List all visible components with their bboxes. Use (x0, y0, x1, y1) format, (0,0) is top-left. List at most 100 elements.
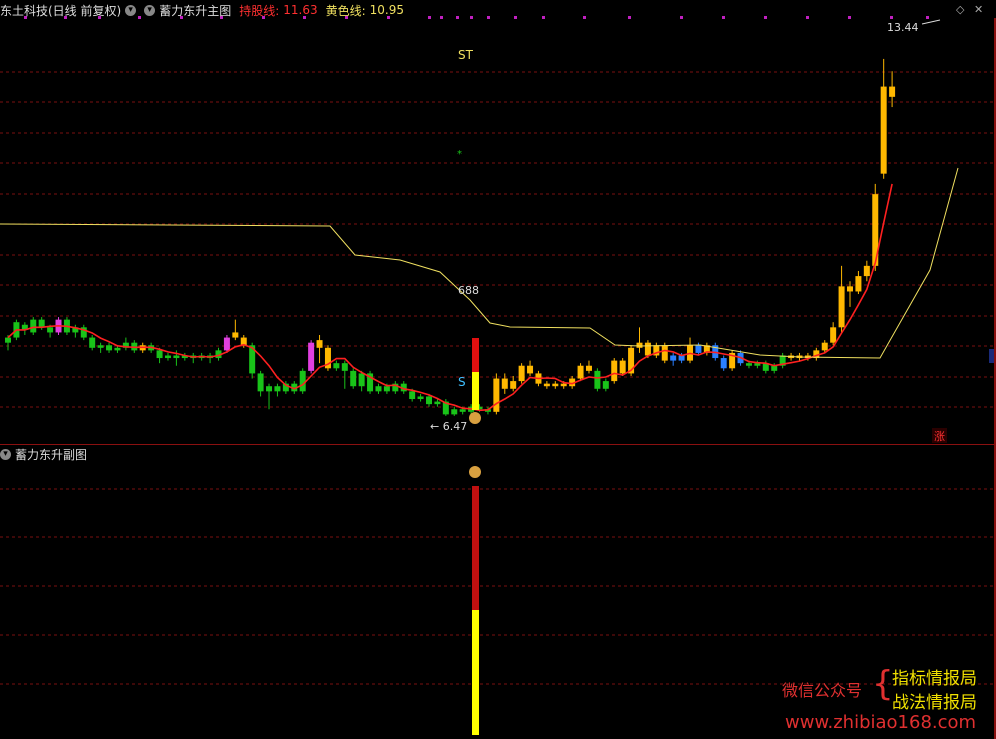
candle-body (611, 360, 618, 382)
sub-indicator-dropdown-icon[interactable]: ▾ (0, 448, 11, 460)
watermark-brace: { (872, 664, 894, 704)
candle-body (745, 363, 752, 366)
candle-body (636, 342, 643, 348)
indicator-dropdown-icon[interactable]: ▾ (144, 4, 156, 16)
indicator-name[interactable]: 蓄力东升主图 (159, 2, 231, 19)
candle-body (619, 360, 626, 374)
candle-body (577, 365, 584, 379)
watermark-title-a: 指标情报局 (892, 669, 977, 689)
marker-dot (428, 16, 431, 19)
sub-signal-bar-yellow (472, 610, 479, 735)
candle-body (644, 342, 651, 356)
low-price-label: ← 6.47 (430, 420, 467, 433)
watermark-wechat: 微信公众号 (782, 681, 863, 700)
window-controls: ◇ ✕ (956, 3, 983, 16)
candle-body (350, 370, 357, 387)
marker-dot (806, 16, 809, 19)
candle-body (493, 378, 500, 412)
yellow-line (0, 167, 959, 359)
money-bag-icon (469, 412, 481, 424)
stock-title[interactable]: 东土科技(日线 前复权) (0, 2, 121, 19)
candle-body (510, 381, 517, 389)
marker-dot (890, 16, 893, 19)
candle-body (156, 350, 163, 359)
candle-body (543, 383, 550, 387)
candle-body (173, 355, 180, 359)
candle-body (451, 409, 458, 415)
candle-body (383, 386, 390, 392)
candle-body (830, 327, 837, 343)
candle-body (670, 355, 677, 361)
candle-body (47, 327, 54, 333)
marker-dot (456, 16, 459, 19)
candle-body (308, 342, 315, 371)
candle-body (106, 345, 113, 351)
sub-panel-title[interactable]: 蓄力东升副图 (15, 446, 87, 463)
yellow-line-value: 10.95 (369, 3, 405, 17)
candle-body (97, 345, 104, 348)
marker-dot (680, 16, 683, 19)
marker-dot (764, 16, 767, 19)
candle-body (426, 396, 432, 405)
candle-body (232, 332, 239, 338)
signal-bar-yellow (472, 372, 479, 410)
candle-body (223, 337, 230, 351)
candle-body (164, 355, 171, 359)
star-marker: * (457, 149, 462, 160)
panel-separator[interactable] (0, 444, 996, 445)
candle-body (257, 373, 264, 392)
candle-body (358, 373, 365, 387)
candle-body (341, 363, 348, 371)
st-label: ST (458, 48, 474, 62)
candle-body (501, 378, 508, 389)
hold-line-label: 持股线: (239, 3, 280, 18)
candle-body (560, 383, 567, 387)
sub-signal-bar-red (472, 486, 479, 610)
candle-body (855, 276, 862, 292)
label-688: 688 (458, 284, 479, 297)
marker-dot (722, 16, 725, 19)
candle-body (38, 319, 45, 328)
hold-line (7, 183, 893, 412)
marker-dot (848, 16, 851, 19)
sub-panel-header: ▾ 蓄力东升副图 (0, 446, 87, 462)
candle-body (459, 409, 466, 412)
marker-dot (542, 16, 545, 19)
candle-body (114, 347, 121, 351)
candle-body (333, 363, 340, 369)
candle-body (585, 365, 592, 371)
candle-body (838, 286, 845, 328)
stock-chart[interactable]: ST S * 688 ← 6.47 13.44 涨 (0, 0, 996, 739)
candle-body (417, 396, 424, 400)
candle-body (518, 365, 525, 382)
s-label: S (458, 375, 466, 389)
high-price-label: 13.44 (887, 21, 919, 34)
candle-body (434, 401, 441, 405)
dropdown-icon[interactable]: ▾ (125, 4, 137, 16)
signal-bar-red (472, 338, 479, 372)
close-icon[interactable]: ✕ (974, 3, 983, 16)
diamond-icon[interactable]: ◇ (956, 3, 964, 16)
watermark-url[interactable]: www.zhibiao168.com (785, 712, 976, 733)
yellow-line-label: 黄色线: (325, 3, 366, 18)
watermark-title-b: 战法情报局 (892, 693, 977, 713)
candle-body (299, 370, 306, 392)
candle-body (821, 342, 828, 351)
candle-body (602, 381, 609, 389)
marker-dot (470, 16, 473, 19)
candle-body (274, 386, 281, 392)
candle-body (695, 345, 702, 353)
candle-body (5, 337, 11, 343)
candle-body (847, 286, 853, 292)
marker-dot (487, 16, 490, 19)
candle-body (375, 386, 382, 392)
candle-body (720, 358, 727, 369)
candle-body (89, 337, 96, 348)
marker-dot (583, 16, 586, 19)
candle-body (266, 386, 273, 392)
candle-body (527, 365, 534, 374)
marker-dot (628, 16, 631, 19)
candle-body (889, 86, 896, 97)
marker-dot (926, 16, 929, 19)
high-price-arrow (921, 19, 941, 25)
